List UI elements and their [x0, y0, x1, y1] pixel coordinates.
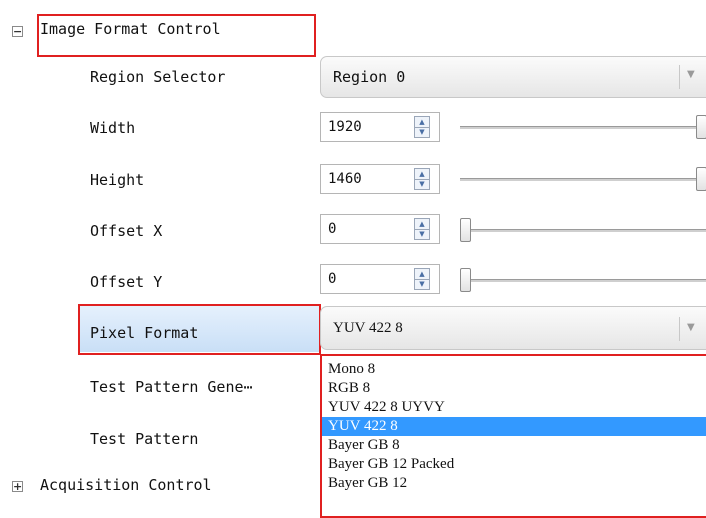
pixel-format-combo[interactable]: YUV 422 8 ▼	[320, 306, 706, 350]
option-bayer-gb-12[interactable]: Bayer GB 12	[322, 474, 706, 493]
offset-y-spinner[interactable]: ▲ ▼	[414, 268, 430, 290]
label-width: Width	[90, 119, 136, 137]
spin-down-icon[interactable]: ▼	[415, 279, 429, 289]
label-test-pattern: Test Pattern	[90, 430, 199, 448]
width-slider-track[interactable]	[460, 126, 706, 129]
height-input[interactable]: 1460 ▲ ▼	[320, 164, 440, 194]
offset-x-input[interactable]: 0 ▲ ▼	[320, 214, 440, 244]
option-mono-8[interactable]: Mono 8	[322, 360, 706, 379]
category-acquisition-control[interactable]: Acquisition Control	[40, 476, 212, 494]
spin-down-icon[interactable]: ▼	[415, 179, 429, 189]
option-yuv-422-8-uyvy[interactable]: YUV 422 8 UYVY	[322, 398, 706, 417]
spin-down-icon[interactable]: ▼	[415, 229, 429, 239]
offset-y-slider-track[interactable]	[460, 279, 706, 282]
annotation-box-pixel-format	[78, 304, 321, 355]
region-selector-combo[interactable]: Region 0 ▼	[320, 56, 706, 98]
label-height: Height	[90, 171, 145, 189]
width-slider-thumb[interactable]	[696, 115, 706, 139]
expand-acquisition-icon[interactable]: +	[12, 481, 23, 492]
chevron-down-icon[interactable]: ▼	[687, 69, 695, 80]
pixel-format-value: YUV 422 8	[333, 320, 403, 336]
offset-y-input[interactable]: 0 ▲ ▼	[320, 264, 440, 294]
width-input[interactable]: 1920 ▲ ▼	[320, 112, 440, 142]
offset-x-spinner[interactable]: ▲ ▼	[414, 218, 430, 240]
combo-separator	[679, 65, 680, 89]
offset-y-value: 0	[328, 271, 337, 287]
offset-x-value: 0	[328, 221, 337, 237]
option-yuv-422-8[interactable]: YUV 422 8	[322, 417, 706, 436]
spin-down-icon[interactable]: ▼	[415, 127, 429, 137]
option-rgb-8[interactable]: RGB 8	[322, 379, 706, 398]
offset-x-slider-track[interactable]	[460, 229, 706, 232]
label-offset-y: Offset Y	[90, 273, 163, 291]
annotation-box-category	[37, 14, 316, 57]
option-bayer-gb-12-packed[interactable]: Bayer GB 12 Packed	[322, 455, 706, 474]
label-offset-x: Offset X	[90, 222, 163, 240]
option-bayer-gb-8[interactable]: Bayer GB 8	[322, 436, 706, 455]
width-value: 1920	[328, 119, 362, 135]
label-test-pattern-generator: Test Pattern Gene⋯	[90, 378, 253, 396]
offset-y-slider-thumb[interactable]	[460, 268, 471, 292]
chevron-down-icon[interactable]: ▼	[687, 322, 695, 333]
height-slider-thumb[interactable]	[696, 167, 706, 191]
height-slider-track[interactable]	[460, 178, 706, 181]
pixel-format-dropdown-list[interactable]: Mono 8 RGB 8 YUV 422 8 UYVY YUV 422 8 Ba…	[320, 354, 706, 518]
label-region-selector: Region Selector	[90, 68, 226, 86]
collapse-image-format-icon[interactable]: −	[12, 26, 23, 37]
region-selector-value: Region 0	[333, 68, 406, 86]
height-value: 1460	[328, 171, 362, 187]
combo-separator	[679, 317, 680, 341]
width-spinner[interactable]: ▲ ▼	[414, 116, 430, 138]
offset-x-slider-thumb[interactable]	[460, 218, 471, 242]
height-spinner[interactable]: ▲ ▼	[414, 168, 430, 190]
